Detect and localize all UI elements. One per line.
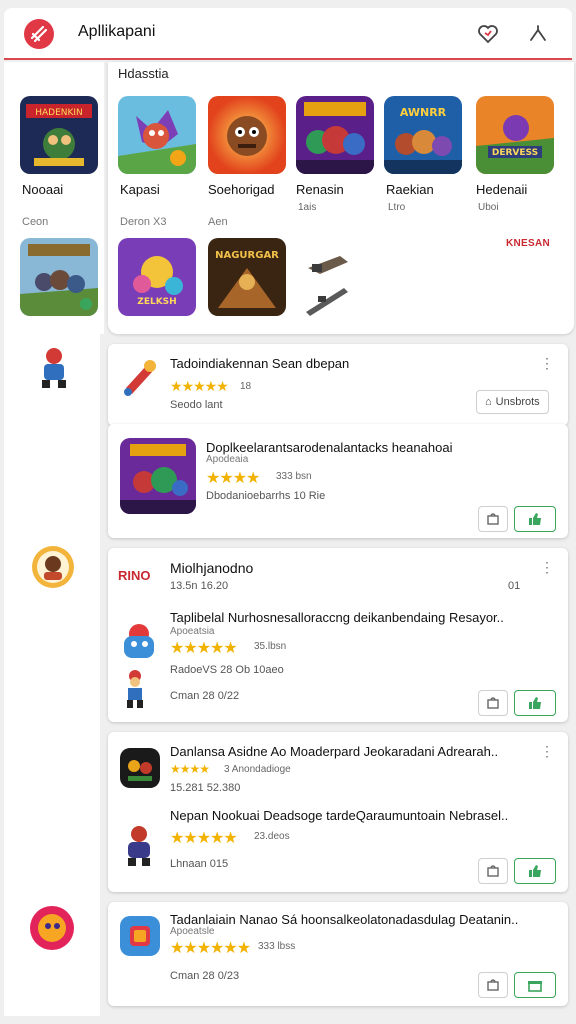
- rating-stars: ★★★★★: [170, 378, 229, 394]
- sub-title: Nepan Nookuai Deadsoge tardeQaraumuntoai…: [170, 808, 509, 823]
- weapon-items-icon[interactable]: [300, 244, 360, 318]
- app-card-1[interactable]: Tadoindiakennan Sean dbepan ⋮ ★★★★★ 18 S…: [108, 344, 568, 426]
- row-label: Ceon: [22, 216, 49, 228]
- game-tile-6[interactable]: DERVESS: [476, 96, 554, 174]
- character-icon[interactable]: [32, 344, 76, 397]
- app-icon: [118, 620, 160, 662]
- svg-text:AWNRR: AWNRR: [400, 106, 447, 119]
- app-icon: [120, 748, 160, 788]
- sub-title: Taplibelal Nurhosnesalloraccng deikanben…: [170, 610, 504, 625]
- rating-value: 18: [240, 381, 252, 392]
- tile-sub: Ltro: [388, 202, 406, 213]
- mascot-icon[interactable]: [28, 904, 76, 957]
- card-title: Miolhjanodno: [170, 560, 254, 576]
- avatar-icon[interactable]: [30, 544, 76, 595]
- card-meta: Cman 28 0/22: [170, 690, 240, 702]
- more-button[interactable]: ⌂ Unsbrots: [476, 390, 549, 414]
- thumb-up-icon[interactable]: [514, 506, 556, 532]
- bag-icon[interactable]: [478, 690, 508, 716]
- game-tile-8[interactable]: ZELKSH: [118, 238, 196, 316]
- card-title: Doplkeelarantsarodenalantacks heanahoai: [206, 440, 453, 455]
- game-tile-9[interactable]: NAGURGAR: [208, 238, 286, 316]
- thumb-up-icon[interactable]: [514, 858, 556, 884]
- card-title: Tadanlaiain Nanao Sá hoonsalkeolatonadas…: [170, 912, 519, 927]
- card-title: Danlansa Asidne Ao Moaderpard Jeokaradan…: [170, 744, 499, 759]
- tile-name: Soehorigad: [208, 182, 275, 197]
- count-badge: 01: [508, 580, 521, 592]
- app-card-5[interactable]: Tadanlaiain Nanao Sá hoonsalkeolatonadas…: [108, 902, 568, 1006]
- card-title: Tadoindiakennan Sean dbepan: [170, 356, 350, 371]
- developer: Apodeaia: [206, 454, 249, 465]
- card-meta: Seodo lant: [170, 399, 223, 411]
- svg-text:ZELKSH: ZELKSH: [137, 297, 176, 307]
- brand-label: RINO: [118, 568, 151, 583]
- app-icon: [120, 438, 196, 514]
- kebab-icon[interactable]: ⋮: [540, 356, 554, 370]
- game-tile-3[interactable]: [208, 96, 286, 174]
- rating-stars: ★★★★★★: [170, 940, 251, 957]
- developer: Apoeatsle: [170, 926, 215, 937]
- rating-value: 3 Anondadioge: [224, 764, 291, 775]
- game-tile-4[interactable]: [296, 96, 374, 174]
- row-label: Aen: [208, 216, 228, 228]
- rating-stars: ★★★★: [170, 762, 210, 776]
- bag-icon[interactable]: [478, 858, 508, 884]
- tile-name: Renasin: [296, 182, 344, 197]
- app-card-2[interactable]: Doplkeelarantsarodenalantacks heanahoai …: [108, 424, 568, 538]
- app-card-4[interactable]: Danlansa Asidne Ao Moaderpard Jeokaradan…: [108, 732, 568, 892]
- card-meta: RadoeVS 28 Ob 10aeo: [170, 664, 284, 676]
- brand-logo-icon[interactable]: [24, 19, 54, 49]
- row-label: Deron X3: [120, 216, 167, 228]
- tile-sub: 1ais: [298, 202, 317, 213]
- promo-label: KNESAN: [506, 238, 551, 249]
- card-meta: Cman 28 0/23: [170, 970, 240, 982]
- card-meta: Lhnaan 015: [170, 858, 229, 870]
- game-tile-2[interactable]: [118, 96, 196, 174]
- card-meta: Dbodanioebarrhs 10 Rie: [206, 490, 326, 502]
- character-icon: [120, 824, 158, 868]
- rating-stars: ★★★★★: [170, 640, 238, 657]
- heart-icon[interactable]: [476, 22, 500, 46]
- app-icon: [120, 354, 160, 398]
- game-tile-7[interactable]: [20, 238, 98, 316]
- app-card-3[interactable]: RINO Miolhjanodno ⋮ 13.5n 16.20 01 Tapli…: [108, 548, 568, 722]
- app-header: Apllikapani: [4, 8, 572, 60]
- share-icon[interactable]: [526, 22, 550, 46]
- app-title: Apllikapani: [78, 23, 156, 40]
- gift-icon[interactable]: [514, 972, 556, 998]
- tile-name: Nooaai: [22, 182, 64, 197]
- card-meta-top: 15.281 52.380: [170, 782, 241, 794]
- developer: Apoeatsia: [170, 626, 215, 637]
- bag-icon[interactable]: [478, 506, 508, 532]
- bag-icon: ⌂: [485, 396, 492, 408]
- thumb-up-icon[interactable]: [514, 690, 556, 716]
- more-button-label: Unsbrots: [495, 396, 540, 408]
- rating-value: 35.lbsn: [254, 641, 287, 652]
- rating-stars: ★★★★: [206, 470, 260, 487]
- game-tile-5[interactable]: AWNRR: [384, 96, 462, 174]
- svg-text:HADENKIN: HADENKIN: [35, 108, 83, 118]
- game-tile-1[interactable]: HADENKIN: [20, 96, 98, 174]
- rating-value: 333 bsn: [276, 471, 312, 482]
- bag-icon[interactable]: [478, 972, 508, 998]
- rating-value: 333 lbss: [258, 941, 296, 952]
- rating-stars: ★★★★★: [170, 830, 238, 847]
- tile-name: Hedenaii: [476, 182, 528, 197]
- card-meta-top: 13.5n 16.20: [170, 580, 229, 592]
- rating-value: 23.deos: [254, 831, 290, 842]
- tile-sub: Uboi: [478, 202, 499, 213]
- kebab-icon[interactable]: ⋮: [540, 560, 554, 574]
- svg-text:NAGURGAR: NAGURGAR: [215, 250, 279, 261]
- tile-name: Kapasi: [120, 182, 160, 197]
- section-label: Hdasstia: [118, 66, 169, 81]
- svg-text:DERVESS: DERVESS: [492, 148, 538, 158]
- character-icon: [120, 668, 150, 712]
- app-icon: [120, 916, 160, 956]
- tile-name: Raekian: [386, 182, 434, 197]
- kebab-icon[interactable]: ⋮: [540, 744, 554, 758]
